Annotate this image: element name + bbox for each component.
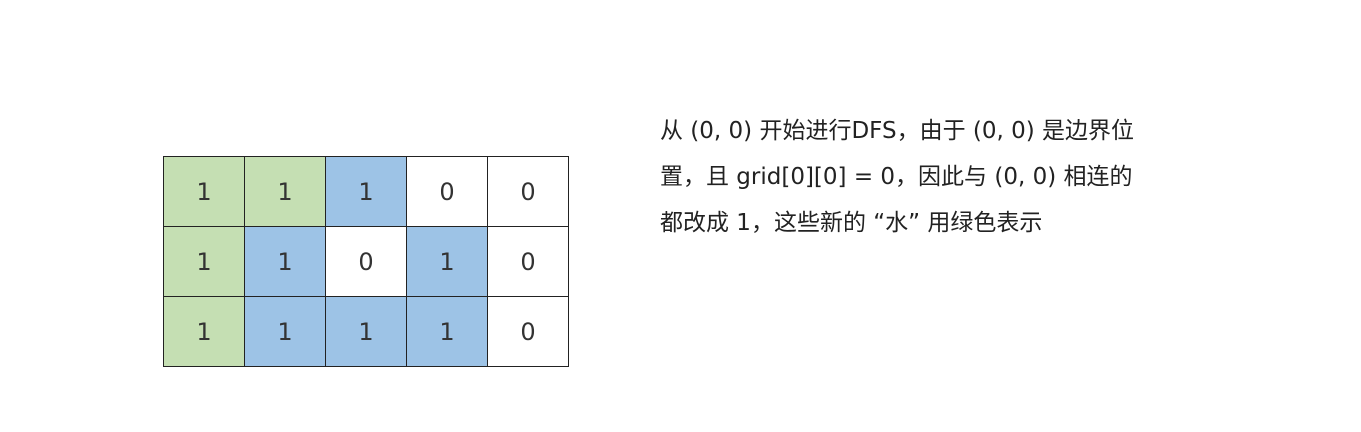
grid-cell: 1: [163, 226, 245, 297]
grid-cell: 0: [487, 156, 569, 227]
grid-table: 111001101011110: [163, 156, 569, 367]
grid-cell: 0: [325, 226, 407, 297]
caption-text: 从 (0, 0) 开始进行DFS，由于 (0, 0) 是边界位 置，且 grid…: [660, 108, 1220, 246]
grid-cell: 0: [487, 296, 569, 367]
caption-line-2: 置，且 grid[0][0] = 0，因此与 (0, 0) 相连的: [660, 164, 1133, 190]
grid-cell: 1: [406, 296, 488, 367]
grid-cell: 1: [325, 296, 407, 367]
grid-row: 11010: [163, 226, 569, 297]
grid-cell: 1: [325, 156, 407, 227]
grid-body: 111001101011110: [163, 156, 569, 367]
grid-cell: 1: [244, 156, 326, 227]
grid-cell: 1: [406, 226, 488, 297]
caption-line-3: 都改成 1，这些新的 “水” 用绿色表示: [660, 210, 1043, 236]
grid-cell: 1: [163, 296, 245, 367]
grid-cell: 1: [244, 296, 326, 367]
grid-cell: 0: [406, 156, 488, 227]
grid-cell: 1: [244, 226, 326, 297]
grid-row: 11100: [163, 156, 569, 227]
caption-line-1: 从 (0, 0) 开始进行DFS，由于 (0, 0) 是边界位: [660, 118, 1135, 144]
grid-cell: 0: [487, 226, 569, 297]
grid-row: 11110: [163, 296, 569, 367]
grid-cell: 1: [163, 156, 245, 227]
diagram-canvas: 111001101011110 从 (0, 0) 开始进行DFS，由于 (0, …: [0, 0, 1361, 432]
